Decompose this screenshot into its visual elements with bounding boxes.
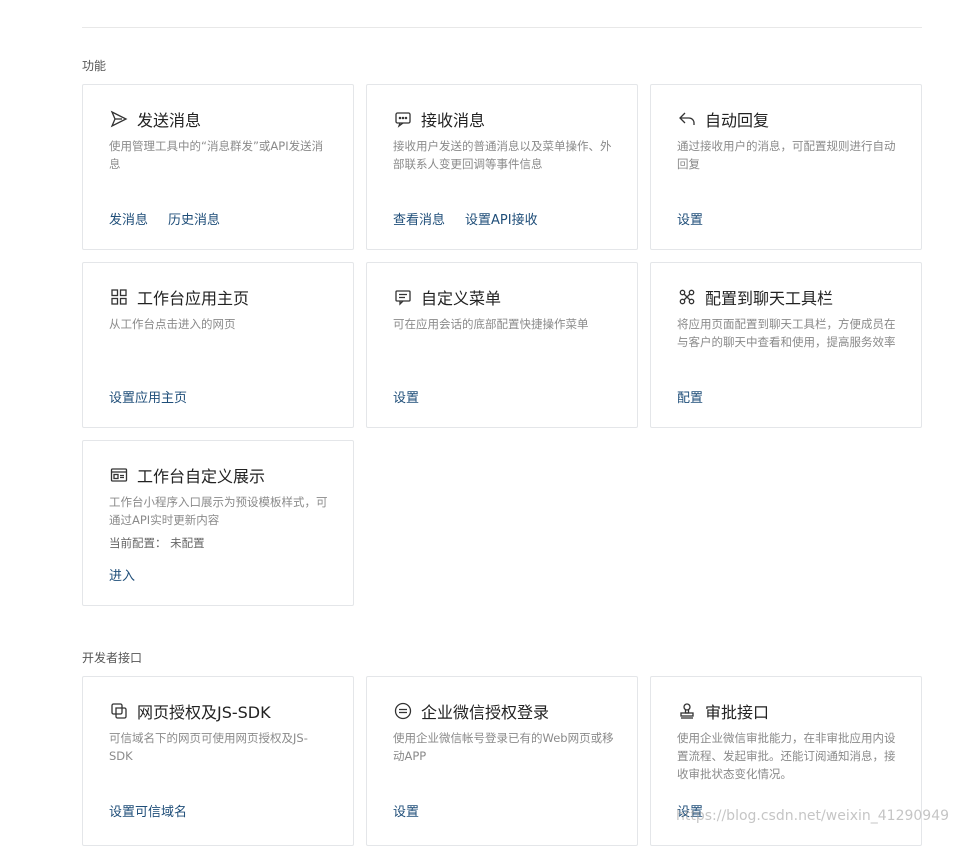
custom-menu-settings-link[interactable]: 设置 (393, 387, 419, 406)
watermark-text: https://blog.csdn.net/weixin_41290949 (676, 808, 950, 824)
card-workbench-homepage: 工作台应用主页 从工作台点击进入的网页 设置应用主页 (82, 262, 354, 428)
card-chat-toolbar: 配置到聊天工具栏 将应用页面配置到聊天工具栏，方便成员在与客户的聊天中查看和使用… (650, 262, 922, 428)
card-description: 可在应用会话的底部配置快捷操作菜单 (393, 317, 589, 331)
login-icon (393, 701, 413, 721)
menu-icon (393, 287, 413, 307)
configure-toolbar-link[interactable]: 配置 (677, 387, 703, 406)
card-custom-menu: 自定义菜单 可在应用会话的底部配置快捷操作菜单 设置 (366, 262, 638, 428)
card-send-message: 发送消息 使用管理工具中的“消息群发”或API发送消息 发消息 历史消息 (82, 84, 354, 250)
card-title: 网页授权及JS-SDK (137, 703, 271, 722)
auto-reply-settings-link[interactable]: 设置 (677, 209, 703, 228)
enter-link[interactable]: 进入 (109, 565, 135, 584)
send-icon (109, 109, 129, 129)
card-description: 使用企业微信帐号登录已有的Web网页或移动APP (393, 731, 614, 763)
card-description: 通过接收用户的消息，可配置规则进行自动回复 (677, 139, 896, 171)
card-title: 配置到聊天工具栏 (705, 289, 834, 308)
top-divider (82, 27, 922, 28)
set-api-receive-link[interactable]: 设置API接收 (465, 209, 538, 228)
card-description: 工作台小程序入口展示为预设模板样式，可通过API实时更新内容 (109, 495, 328, 527)
card-title: 接收消息 (421, 111, 486, 130)
grid-icon (109, 287, 129, 307)
card-title: 发送消息 (137, 111, 202, 130)
card-description: 可信域名下的网页可使用网页授权及JS-SDK (109, 731, 308, 763)
stamp-icon (677, 701, 697, 721)
view-messages-link[interactable]: 查看消息 (393, 209, 445, 228)
card-receive-message: 接收消息 接收用户发送的普通消息以及菜单操作、外部联系人变更回调等事件信息 查看… (366, 84, 638, 250)
web-auth-icon (109, 701, 129, 721)
card-title: 审批接口 (705, 703, 770, 722)
card-title: 工作台应用主页 (137, 289, 250, 308)
card-description: 使用管理工具中的“消息群发”或API发送消息 (109, 139, 324, 171)
card-title: 自定义菜单 (421, 289, 502, 308)
id-card-icon (109, 465, 129, 485)
chat-bubble-icon (393, 109, 413, 129)
auth-login-settings-link[interactable]: 设置 (393, 801, 419, 820)
card-wework-auth-login: 企业微信授权登录 使用企业微信帐号登录已有的Web网页或移动APP 设置 (366, 676, 638, 846)
card-workbench-display: 工作台自定义展示 工作台小程序入口展示为预设模板样式，可通过API实时更新内容 … (82, 440, 354, 606)
section-title-developer: 开发者接口 (82, 651, 143, 665)
card-auto-reply: 自动回复 通过接收用户的消息，可配置规则进行自动回复 设置 (650, 84, 922, 250)
send-message-link[interactable]: 发消息 (109, 209, 148, 228)
card-description: 从工作台点击进入的网页 (109, 317, 236, 331)
current-config-text: 当前配置： 未配置 (109, 536, 205, 550)
set-app-homepage-link[interactable]: 设置应用主页 (109, 387, 187, 406)
section-title-features: 功能 (82, 59, 107, 73)
message-history-link[interactable]: 历史消息 (168, 209, 220, 228)
card-title: 自动回复 (705, 111, 770, 130)
card-title: 工作台自定义展示 (137, 467, 266, 486)
card-web-auth-jssdk: 网页授权及JS-SDK 可信域名下的网页可使用网页授权及JS-SDK 设置可信域… (82, 676, 354, 846)
card-description: 将应用页面配置到聊天工具栏，方便成员在与客户的聊天中查看和使用，提高服务效率 (677, 317, 896, 349)
card-description: 使用企业微信审批能力，在非审批应用内设置流程、发起审批。还能订阅通知消息，接收审… (677, 731, 896, 781)
set-trusted-domain-link[interactable]: 设置可信域名 (109, 801, 187, 820)
card-description: 接收用户发送的普通消息以及菜单操作、外部联系人变更回调等事件信息 (393, 139, 612, 171)
card-title: 企业微信授权登录 (421, 703, 550, 722)
reply-icon (677, 109, 697, 129)
toolbar-icon (677, 287, 697, 307)
